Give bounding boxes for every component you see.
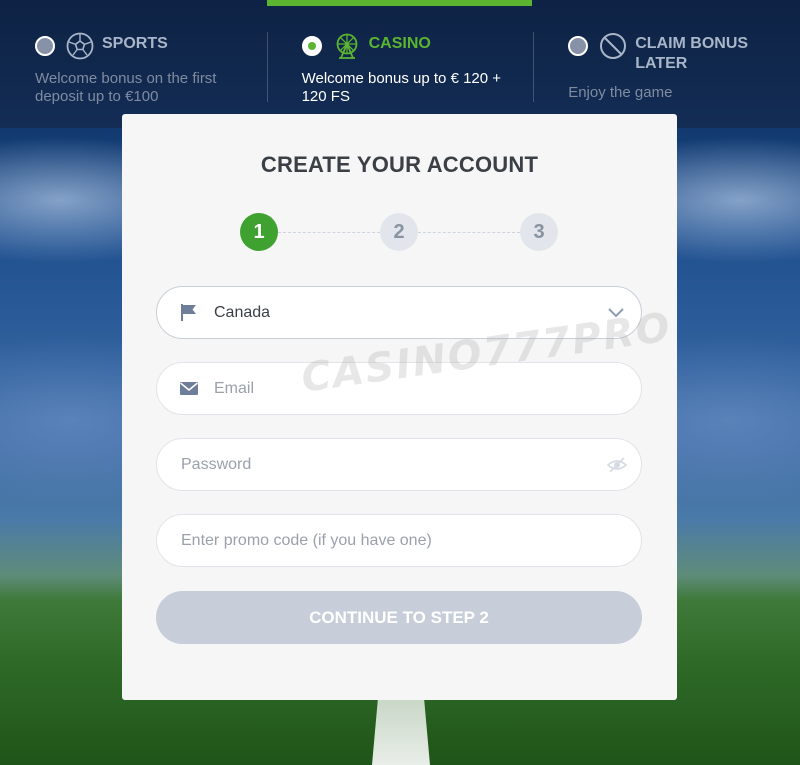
bonus-title: CASINO (368, 35, 431, 52)
continue-button[interactable]: CONTINUE TO STEP 2 (156, 591, 642, 644)
soccer-ball-icon (66, 32, 94, 60)
promo-code-input[interactable] (157, 515, 641, 566)
ferris-wheel-icon (336, 33, 357, 59)
bonus-description: Welcome bonus on the first deposit up to… (35, 70, 217, 105)
step-connector (418, 232, 520, 233)
step-connector (278, 232, 380, 233)
country-select[interactable]: Canada (156, 286, 642, 339)
step-progress: 1 2 3 (240, 213, 560, 253)
email-field[interactable] (156, 362, 642, 415)
bonus-title: CLAIM BONUS LATER (635, 35, 749, 72)
no-sign-icon (600, 33, 627, 59)
eye-off-icon[interactable] (607, 456, 627, 474)
bonus-title: SPORTS (102, 35, 168, 52)
casino-radio[interactable] (301, 36, 322, 56)
step-1: 1 (240, 213, 278, 251)
claim-later-radio[interactable] (568, 36, 589, 56)
flag-icon (181, 304, 196, 321)
email-input[interactable] (157, 363, 641, 414)
bonus-selector: SPORTS Welcome bonus on the first deposi… (0, 0, 800, 128)
promo-field[interactable] (156, 514, 642, 567)
password-input[interactable] (157, 439, 641, 490)
sports-radio[interactable] (35, 36, 55, 56)
bonus-option-casino[interactable]: CASINO Welcome bonus up to € 120 + 120 F… (266, 0, 534, 128)
bonus-description: Welcome bonus up to € 120 + 120 FS (301, 70, 502, 105)
bonus-option-claim-later[interactable]: CLAIM BONUS LATER Enjoy the game (533, 0, 800, 128)
country-value: Canada (214, 303, 271, 321)
page-title: CREATE YOUR ACCOUNT (260, 152, 539, 177)
pitch-line (372, 700, 430, 765)
bonus-description: Enjoy the game (568, 84, 673, 101)
step-3: 3 (520, 213, 558, 251)
step-2: 2 (380, 213, 418, 251)
password-field[interactable] (156, 438, 642, 491)
registration-card: CREATE YOUR ACCOUNT 1 2 3 Canada Email E… (122, 114, 677, 700)
bonus-option-sports[interactable]: SPORTS Welcome bonus on the first deposi… (0, 0, 267, 128)
chevron-down-icon (608, 308, 624, 318)
